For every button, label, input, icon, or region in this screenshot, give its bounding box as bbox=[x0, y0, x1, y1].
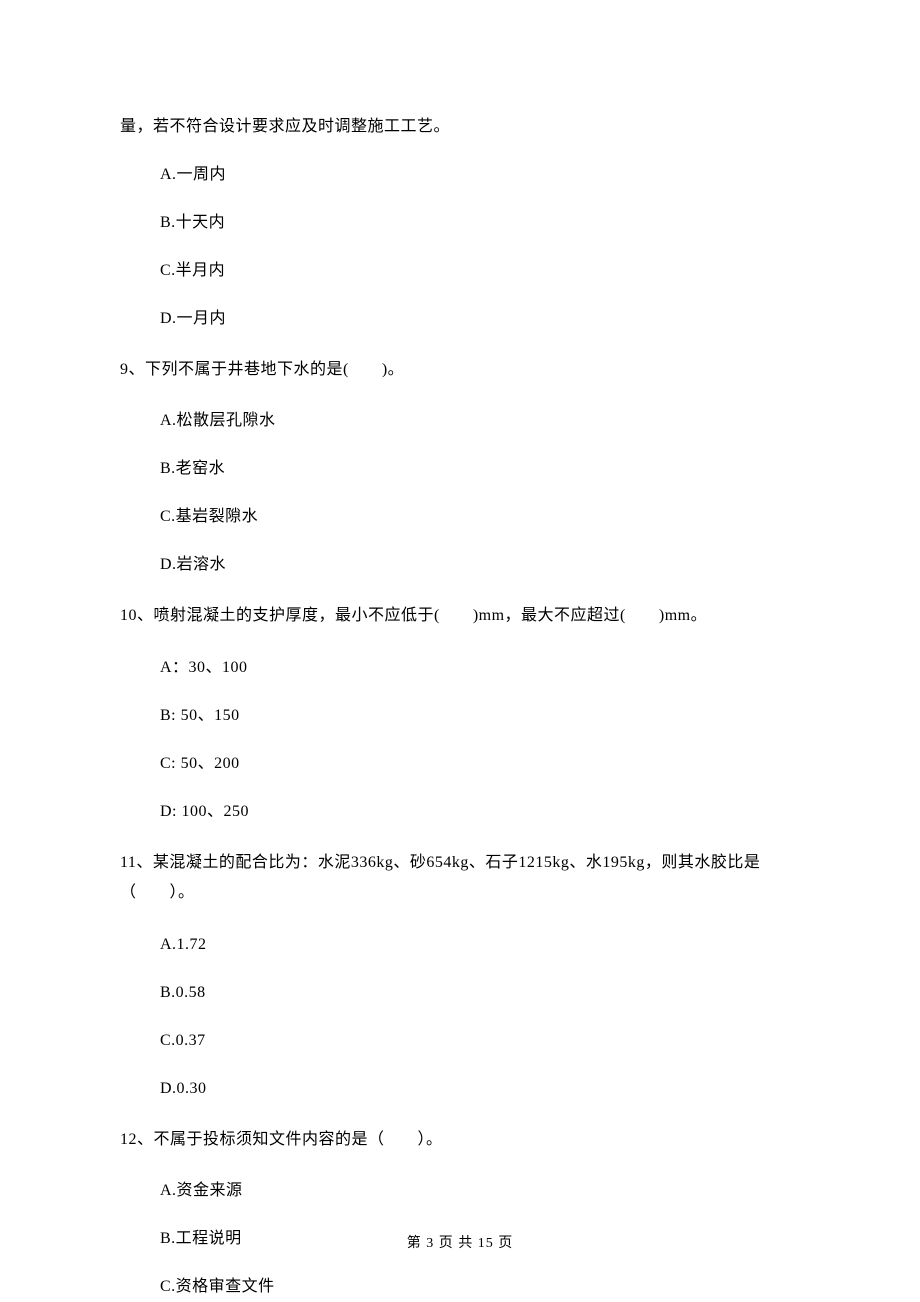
q12-option-c: C.资格审查文件 bbox=[160, 1275, 800, 1299]
q9-option-a: A.松散层孔隙水 bbox=[160, 409, 800, 433]
q8-option-b: B.十天内 bbox=[160, 211, 800, 235]
q10-stem: 10、喷射混凝土的支护厚度，最小不应低于( )mm，最大不应超过( )mm。 bbox=[120, 601, 800, 631]
page-footer: 第 3 页 共 15 页 bbox=[0, 1233, 920, 1254]
q11-option-c: C.0.37 bbox=[160, 1029, 800, 1053]
q8-option-a: A.一周内 bbox=[160, 163, 800, 187]
q11-option-a: A.1.72 bbox=[160, 933, 800, 957]
q10-option-b: B: 50、150 bbox=[160, 704, 800, 728]
q10-option-a: A：30、100 bbox=[160, 656, 800, 680]
q11-option-b: B.0.58 bbox=[160, 981, 800, 1005]
q11-stem: 11、某混凝土的配合比为：水泥336kg、砂654kg、石子1215kg、水19… bbox=[120, 848, 800, 909]
q9-option-c: C.基岩裂隙水 bbox=[160, 505, 800, 529]
q8-option-c: C.半月内 bbox=[160, 259, 800, 283]
q8-continuation: 量，若不符合设计要求应及时调整施工工艺。 bbox=[120, 115, 800, 139]
q10-option-d: D: 100、250 bbox=[160, 800, 800, 824]
q9-option-b: B.老窑水 bbox=[160, 457, 800, 481]
q9-option-d: D.岩溶水 bbox=[160, 553, 800, 577]
page-content: 量，若不符合设计要求应及时调整施工工艺。 A.一周内 B.十天内 C.半月内 D… bbox=[0, 0, 920, 1299]
q11-option-d: D.0.30 bbox=[160, 1077, 800, 1101]
q10-option-c: C: 50、200 bbox=[160, 752, 800, 776]
q9-stem: 9、下列不属于井巷地下水的是( )。 bbox=[120, 355, 800, 385]
q12-option-a: A.资金来源 bbox=[160, 1179, 800, 1203]
q8-option-d: D.一月内 bbox=[160, 307, 800, 331]
q12-stem: 12、不属于投标须知文件内容的是（ ）。 bbox=[120, 1125, 800, 1155]
